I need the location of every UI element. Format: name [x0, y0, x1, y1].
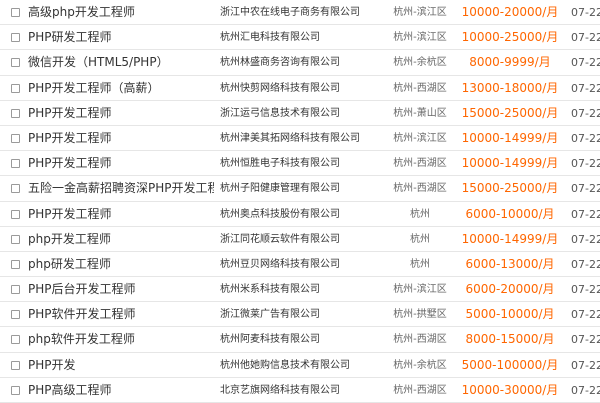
job-title-link[interactable]: PHP研发工程师 [28, 25, 112, 50]
post-date: 07-22 [571, 383, 600, 397]
job-salary: 5000-10000/月 [465, 307, 555, 322]
job-title-link[interactable]: PHP开发工程师（高薪） [28, 76, 160, 101]
job-row[interactable]: php研发工程师 杭州豆贝网络科技有限公司 杭州 6000-13000/月 07-22 [0, 252, 600, 278]
post-date: 07-22 [571, 31, 600, 45]
job-row[interactable]: PHP开发 杭州他她购信息技术有限公司 杭州-余杭区 5000-100000/月 07-… [0, 353, 600, 378]
job-select-checkbox[interactable] [11, 83, 20, 93]
post-date: 07-22 [571, 6, 600, 19]
job-row[interactable]: php软件开发工程师 杭州阿麦科技有限公司 杭州-西湖区 8000-15000/月 07… [0, 327, 600, 353]
job-salary: 10000-20000/月 [461, 5, 559, 19]
job-row[interactable]: PHP后台开发工程师 杭州米系科技有限公司 杭州-滨江区 6000-20000/月 07… [0, 277, 600, 303]
job-select-checkbox[interactable] [11, 184, 20, 194]
job-salary: 6000-20000/月 [465, 282, 555, 297]
job-title-link[interactable]: PHP软件开发工程师 [28, 302, 136, 327]
company-name-link[interactable]: 杭州子阳健康管理有限公司 [220, 176, 340, 201]
company-name-link[interactable]: 杭州奥点科技股份有限公司 [220, 202, 340, 227]
job-title-link[interactable]: 五险一金高薪招聘资深PHP开发工程师... [28, 176, 214, 201]
company-name-link[interactable]: 浙江运弓信息技术有限公司 [220, 101, 340, 126]
job-row[interactable]: PHP开发工程师 浙江运弓信息技术有限公司 杭州-萧山区 15000-25000/月 0… [0, 101, 600, 126]
company-name-link[interactable]: 浙江中农在线电子商务有限公司 [220, 0, 360, 25]
job-salary: 6000-13000/月 [465, 256, 555, 271]
post-date: 07-22 [571, 207, 600, 221]
job-select-checkbox[interactable] [11, 285, 20, 295]
company-name-link[interactable]: 杭州豆贝网络科技有限公司 [220, 252, 340, 277]
company-name-link[interactable]: 杭州汇电科技有限公司 [220, 25, 320, 50]
job-title-link[interactable]: php软件开发工程师 [28, 327, 135, 352]
job-row[interactable]: PHP开发工程师 杭州津美其拓网络科技有限公司 杭州-滨江区 10000-14999/… [0, 126, 600, 152]
job-select-checkbox[interactable] [11, 209, 20, 219]
job-select-checkbox[interactable] [11, 259, 20, 269]
job-select-checkbox[interactable] [11, 335, 20, 345]
job-row[interactable]: PHP软件开发工程师 浙江微莱广告有限公司 杭州-拱墅区 5000-10000/月 07… [0, 302, 600, 328]
job-select-checkbox[interactable] [11, 133, 20, 143]
job-select-checkbox[interactable] [11, 8, 20, 17]
post-date: 07-22 [571, 131, 600, 145]
job-salary: 10000-25000/月 [461, 30, 559, 45]
job-row[interactable]: PHP高级工程师 北京艺旗网络科技有限公司 杭州-西湖区 10000-30000/月 0… [0, 378, 600, 403]
job-list: 高级php开发工程师 浙江中农在线电子商务有限公司 杭州-滨江区 10000-2000… [0, 0, 600, 403]
job-title-link[interactable]: PHP后台开发工程师 [28, 277, 136, 302]
job-select-checkbox[interactable] [11, 360, 20, 370]
company-name-link[interactable]: 杭州林盛商务咨询有限公司 [220, 50, 340, 75]
company-name-link[interactable]: 杭州恒胜电子科技有限公司 [220, 151, 340, 176]
job-salary: 8000-9999/月 [469, 55, 551, 70]
job-select-checkbox[interactable] [11, 108, 20, 118]
post-date: 07-22 [571, 257, 600, 271]
company-name-link[interactable]: 杭州快剪网络科技有限公司 [220, 76, 340, 101]
post-date: 07-22 [571, 182, 600, 196]
company-name-link[interactable]: 杭州他她购信息技术有限公司 [220, 353, 350, 378]
job-salary: 10000-14999/月 [461, 156, 559, 171]
job-select-checkbox[interactable] [11, 58, 20, 68]
job-select-checkbox[interactable] [11, 310, 20, 320]
job-row[interactable]: PHP开发工程师 杭州奥点科技股份有限公司 杭州 6000-10000/月 07-22 [0, 202, 600, 227]
job-salary: 10000-14999/月 [461, 130, 559, 145]
job-salary: 15000-25000/月 [461, 181, 559, 196]
job-title-link[interactable]: 微信开发（HTML5/PHP） [28, 50, 169, 75]
post-date: 07-22 [571, 283, 600, 297]
job-title-link[interactable]: 高级php开发工程师 [28, 0, 135, 25]
job-salary: 8000-15000/月 [465, 332, 555, 347]
job-row[interactable]: PHP开发工程师 杭州恒胜电子科技有限公司 杭州-西湖区 10000-14999/月 0… [0, 151, 600, 177]
job-salary: 13000-18000/月 [461, 80, 559, 95]
job-title-link[interactable]: PHP开发工程师 [28, 151, 112, 176]
job-row[interactable]: PHP研发工程师 杭州汇电科技有限公司 杭州-滨江区 10000-25000/月 07-… [0, 25, 600, 51]
company-name-link[interactable]: 浙江微莱广告有限公司 [220, 302, 320, 327]
post-date: 07-22 [571, 56, 600, 70]
post-date: 07-22 [571, 106, 600, 120]
job-title-link[interactable]: PHP开发工程师 [28, 101, 112, 126]
post-date: 07-22 [571, 358, 600, 372]
job-title-link[interactable]: php研发工程师 [28, 252, 111, 277]
job-row[interactable]: php开发工程师 浙江同花顺云软件有限公司 杭州 10000-14999/月 07-22 [0, 227, 600, 252]
company-name-link[interactable]: 杭州津美其拓网络科技有限公司 [220, 126, 360, 151]
job-row[interactable]: 高级php开发工程师 浙江中农在线电子商务有限公司 杭州-滨江区 10000-2000… [0, 0, 600, 26]
post-date: 07-22 [571, 232, 600, 246]
job-row[interactable]: PHP开发工程师（高薪） 杭州快剪网络科技有限公司 杭州-西湖区 13000-1800… [0, 76, 600, 101]
post-date: 07-22 [571, 333, 600, 347]
company-name-link[interactable]: 北京艺旗网络科技有限公司 [220, 378, 340, 403]
job-salary: 5000-100000/月 [461, 357, 559, 372]
job-select-checkbox[interactable] [11, 159, 20, 169]
post-date: 07-22 [571, 308, 600, 322]
job-row[interactable]: 微信开发（HTML5/PHP） 杭州林盛商务咨询有限公司 杭州-余杭区 8000-99… [0, 50, 600, 76]
job-select-checkbox[interactable] [11, 385, 20, 395]
job-title-link[interactable]: PHP高级工程师 [28, 378, 112, 403]
job-row[interactable]: 五险一金高薪招聘资深PHP开发工程师...杭州子阳健康管理有限公司杭州-西湖区1… [0, 176, 600, 202]
job-select-checkbox[interactable] [11, 33, 20, 43]
company-name-link[interactable]: 杭州米系科技有限公司 [220, 277, 320, 302]
job-title-link[interactable]: PHP开发工程师 [28, 126, 112, 151]
job-title-link[interactable]: PHP开发 [28, 353, 76, 378]
company-name-link[interactable]: 杭州阿麦科技有限公司 [220, 327, 320, 352]
job-salary: 6000-10000/月 [465, 206, 555, 221]
job-select-checkbox[interactable] [11, 234, 20, 244]
job-title-link[interactable]: PHP开发工程师 [28, 202, 112, 227]
job-salary: 10000-14999/月 [461, 231, 559, 246]
job-salary: 10000-30000/月 [461, 382, 559, 397]
company-name-link[interactable]: 浙江同花顺云软件有限公司 [220, 227, 340, 252]
job-title-link[interactable]: php开发工程师 [28, 227, 111, 252]
post-date: 07-22 [571, 81, 600, 95]
job-salary: 15000-25000/月 [461, 105, 559, 120]
post-date: 07-22 [571, 157, 600, 171]
